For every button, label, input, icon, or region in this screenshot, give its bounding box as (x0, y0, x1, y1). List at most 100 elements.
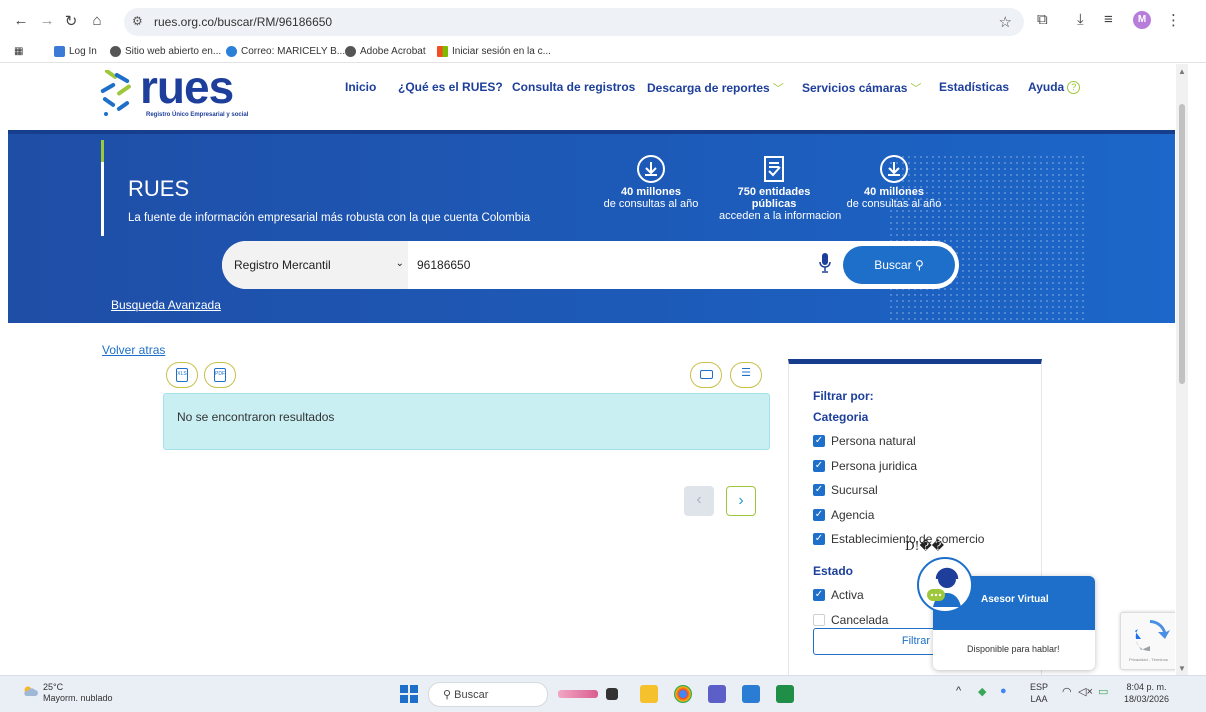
nav-que-es-rues[interactable]: ¿Qué es el RUES? (398, 80, 503, 94)
tray-app-icon[interactable]: ◆ (978, 685, 986, 698)
word-icon[interactable] (742, 685, 760, 703)
bookmark-correo[interactable]: Correo: MARICELY B... (226, 46, 345, 57)
logo-subtitle: Registro Único Empresarial y social (146, 112, 249, 118)
battery-icon[interactable]: ▭ (1098, 685, 1108, 698)
browser-toolbar: ← → ↻ ⌂ ⚙ rues.org.co/buscar/RM/96186650… (0, 0, 1206, 38)
checkbox-persona-natural[interactable]: ✓ Persona natural (813, 434, 916, 448)
bookmark-iniciar-sesion[interactable]: Iniciar sesión en la c... (437, 46, 551, 57)
task-view-icon[interactable] (606, 688, 618, 700)
chevron-down-icon: ﹀ (772, 83, 784, 95)
wifi-icon[interactable]: ◠ (1062, 685, 1072, 698)
registry-select[interactable]: Registro Mercantil ⌄ (222, 241, 408, 289)
address-bar[interactable]: ⚙ rues.org.co/buscar/RM/96186650 ☆ (124, 8, 1024, 36)
search-button[interactable]: Buscar ⚲ (843, 246, 955, 284)
nav-ayuda[interactable]: Ayuda? (1028, 80, 1081, 94)
advisor-status: Disponible para hablar! (967, 644, 1060, 654)
scroll-down-icon[interactable]: ▼ (1178, 664, 1186, 673)
stat-entidades: 750 entidades públicas acceden a la info… (719, 154, 841, 222)
xls-export-icon: XLS (176, 368, 188, 382)
nav-descarga-reportes[interactable]: Descarga de reportes ﹀ (647, 80, 784, 96)
speaker-muted-icon[interactable]: ◁× (1078, 685, 1093, 698)
apps-grid-icon[interactable]: ▦ (14, 46, 23, 57)
nav-estadisticas[interactable]: Estadísticas (939, 80, 1009, 94)
window-edge (1188, 64, 1206, 675)
checkbox-persona-juridica[interactable]: ✓ Persona juridica (813, 459, 917, 473)
microphone-icon[interactable] (818, 252, 832, 274)
tray-chevron-up-icon[interactable]: ^ (956, 685, 961, 697)
checkbox-unchecked-icon (813, 614, 825, 626)
windows-start-icon[interactable] (400, 685, 418, 703)
bookmark-sitio-web[interactable]: Sitio web abierto en... (110, 46, 221, 57)
forward-arrow-icon[interactable]: → (38, 12, 56, 29)
garbled-text: D!�� (905, 539, 945, 553)
stat-consultas: 40 millones de consultas al año (596, 154, 706, 210)
back-link[interactable]: Volver atras (102, 343, 165, 357)
recaptcha-badge[interactable]: Privacidad - Términos (1120, 612, 1175, 670)
download-icon[interactable]: ⤓ (1077, 11, 1084, 28)
checkbox-checked-icon: ✓ (813, 589, 825, 601)
card-view-button[interactable] (690, 362, 722, 388)
help-icon: ? (1067, 80, 1081, 94)
globe-icon (110, 46, 121, 57)
chrome-icon[interactable] (674, 685, 692, 703)
news-widget-icon[interactable] (558, 690, 598, 698)
weather-widget[interactable]: 25°C Mayorm. nublado (22, 682, 113, 704)
bookmark-icon (54, 46, 65, 57)
pdf-export-button[interactable]: PDF (204, 362, 236, 388)
pager-next-button[interactable]: › (726, 486, 756, 516)
document-check-icon (764, 156, 784, 182)
hero-subtitle: La fuente de información empresarial más… (128, 212, 531, 224)
checkbox-sucursal[interactable]: ✓ Sucursal (813, 483, 878, 497)
language-indicator[interactable]: ESP LAA (1030, 681, 1048, 705)
site-settings-icon[interactable]: ⚙ (132, 14, 143, 28)
checkbox-checked-icon: ✓ (813, 484, 825, 496)
advisor-avatar-icon[interactable] (917, 557, 973, 613)
chevron-down-icon: ⌄ (395, 258, 404, 269)
url-text: rues.org.co/buscar/RM/96186650 (154, 15, 333, 29)
nav-inicio[interactable]: Inicio (345, 80, 376, 94)
menu-kebab-icon[interactable]: ⋮ (1166, 11, 1181, 29)
back-arrow-icon[interactable]: ← (12, 12, 30, 29)
chevron-down-icon: ﹀ (910, 83, 922, 95)
file-explorer-icon[interactable] (640, 685, 658, 703)
list-view-icon: ☰ (741, 367, 751, 379)
pager-prev-button[interactable]: ‹ (684, 486, 714, 516)
pdf-export-icon: PDF (214, 368, 226, 382)
list-view-button[interactable]: ☰ (730, 362, 762, 388)
microsoft-icon (437, 46, 448, 57)
checkbox-activa[interactable]: ✓ Activa (813, 588, 864, 602)
checkbox-cancelada[interactable]: Cancelada (813, 613, 888, 627)
xls-export-button[interactable]: XLS (166, 362, 198, 388)
page-scrollbar[interactable]: ▲ ▼ (1176, 64, 1188, 675)
weather-description: Mayorm. nublado (43, 693, 113, 703)
teams-icon[interactable] (708, 685, 726, 703)
excel-icon[interactable] (776, 685, 794, 703)
taskbar-search[interactable]: ⚲ Buscar (428, 682, 548, 707)
system-clock[interactable]: 8:04 p. m. 18/03/2026 (1124, 681, 1169, 705)
checkbox-agencia[interactable]: ✓ Agencia (813, 508, 874, 522)
checkbox-checked-icon: ✓ (813, 533, 825, 545)
checkbox-establecimiento[interactable]: ✓ Establecimiento de comercio (813, 532, 984, 546)
search-input[interactable]: 96186650 (417, 258, 470, 272)
advanced-search-link[interactable]: Busqueda Avanzada (111, 298, 221, 312)
checkbox-checked-icon: ✓ (813, 509, 825, 521)
recaptcha-links[interactable]: Privacidad - Términos (1129, 657, 1168, 662)
status-heading: Estado (813, 564, 854, 578)
reload-icon[interactable]: ↻ (62, 12, 80, 30)
site-header: rues Registro Único Empresarial y social… (8, 64, 1175, 130)
reading-list-icon[interactable]: ≡ (1104, 11, 1113, 28)
logo-wordmark: rues (140, 64, 234, 113)
tray-chrome-icon[interactable]: ● (1000, 685, 1007, 697)
extensions-icon[interactable]: ⧉ (1037, 11, 1048, 28)
nav-servicios-camaras[interactable]: Servicios cámaras ﹀ (802, 80, 921, 96)
bookmark-adobe[interactable]: Adobe Acrobat (345, 46, 426, 57)
hero-title: RUES (128, 176, 190, 201)
rues-logo[interactable]: rues Registro Único Empresarial y social (98, 64, 268, 126)
nav-consulta-registros[interactable]: Consulta de registros (512, 80, 635, 94)
scroll-up-icon[interactable]: ▲ (1178, 67, 1186, 76)
scrollbar-thumb[interactable] (1179, 104, 1185, 384)
bookmark-star-icon[interactable]: ☆ (999, 13, 1012, 31)
home-icon[interactable]: ⌂ (88, 12, 106, 29)
bookmark-log-in[interactable]: Log In (54, 46, 97, 57)
profile-avatar[interactable]: M (1133, 11, 1151, 29)
